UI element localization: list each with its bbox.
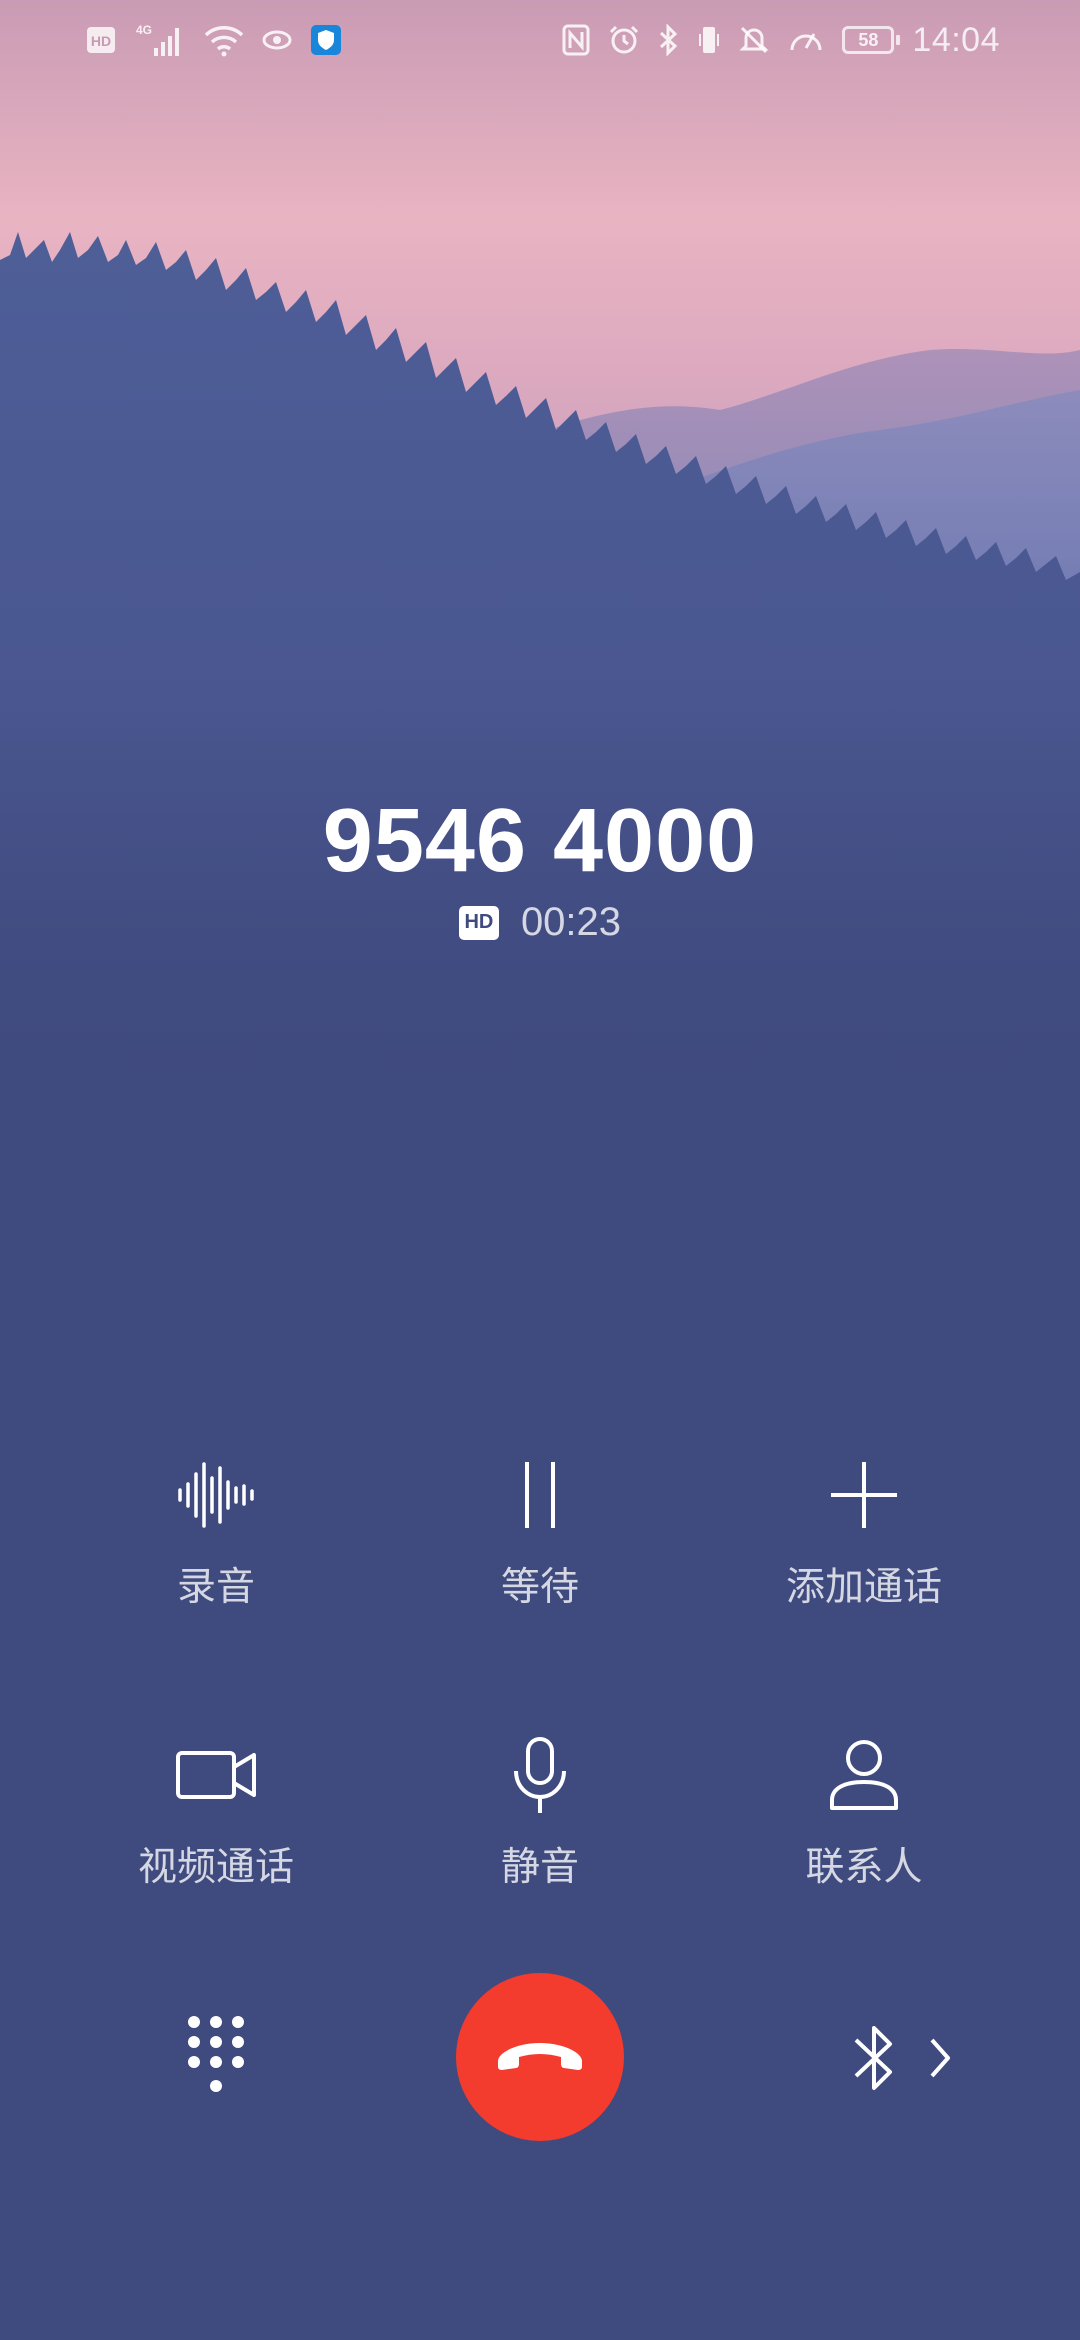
bluetooth-icon bbox=[658, 20, 680, 60]
contacts-button[interactable]: 联系人 bbox=[714, 1730, 1014, 1920]
add-call-label: 添加通话 bbox=[785, 1565, 942, 1610]
chevron-right-icon bbox=[928, 2036, 952, 2085]
microphone-icon bbox=[490, 1730, 590, 1820]
video-call-label: 视频通话 bbox=[137, 1845, 294, 1890]
hd-call-badge: HD bbox=[458, 905, 499, 940]
video-call-button[interactable]: 视频通话 bbox=[66, 1730, 366, 1920]
hold-button[interactable]: 等待 bbox=[390, 1450, 690, 1640]
vibrate-icon bbox=[698, 20, 720, 60]
hang-up-icon bbox=[492, 2035, 588, 2080]
eye-comfort-icon bbox=[262, 20, 292, 60]
battery-indicator: 58 bbox=[842, 26, 901, 54]
svg-text:HD: HD bbox=[91, 33, 111, 49]
dialpad-button[interactable] bbox=[166, 2004, 266, 2112]
record-label: 录音 bbox=[176, 1565, 255, 1610]
security-shield-icon bbox=[310, 20, 342, 60]
mute-button[interactable]: 静音 bbox=[390, 1730, 690, 1920]
end-call-button[interactable] bbox=[456, 1973, 624, 2141]
alarm-icon bbox=[608, 20, 640, 60]
speed-icon bbox=[788, 20, 824, 60]
call-duration: 00:23 bbox=[520, 900, 622, 944]
contacts-label: 联系人 bbox=[805, 1845, 923, 1890]
bluetooth-icon bbox=[850, 2020, 900, 2101]
signal-4g-icon: 4G bbox=[134, 20, 186, 60]
hd-voice-icon: HD bbox=[86, 20, 116, 60]
status-bar: HD 4G 58 14:04 bbox=[0, 0, 1080, 80]
record-button[interactable]: 录音 bbox=[66, 1450, 366, 1640]
caller-number: 9546 4000 bbox=[322, 791, 758, 891]
status-bar-left: HD 4G bbox=[86, 20, 342, 60]
audio-route-button[interactable] bbox=[826, 2010, 976, 2110]
pause-icon bbox=[490, 1450, 590, 1540]
incall-screen: HD 4G 58 14:04 9546 4000 HD 00:23 录音 等待 … bbox=[0, 0, 1080, 2340]
svg-text:4G: 4G bbox=[136, 23, 152, 37]
video-camera-icon bbox=[166, 1730, 266, 1820]
hold-label: 等待 bbox=[500, 1565, 579, 1610]
call-meta: HD 00:23 bbox=[0, 900, 1080, 945]
mute-label: 静音 bbox=[500, 1845, 579, 1890]
waveform-icon bbox=[166, 1450, 266, 1540]
status-clock: 14:04 bbox=[912, 20, 1000, 59]
wifi-icon bbox=[204, 20, 244, 60]
person-icon bbox=[814, 1730, 914, 1820]
nfc-icon bbox=[562, 20, 590, 60]
dialpad-icon bbox=[184, 2014, 248, 2103]
status-bar-right: 58 14:04 bbox=[562, 20, 1000, 60]
mute-icon bbox=[738, 20, 770, 60]
add-call-button[interactable]: 添加通话 bbox=[714, 1450, 1014, 1640]
plus-icon bbox=[814, 1450, 914, 1540]
